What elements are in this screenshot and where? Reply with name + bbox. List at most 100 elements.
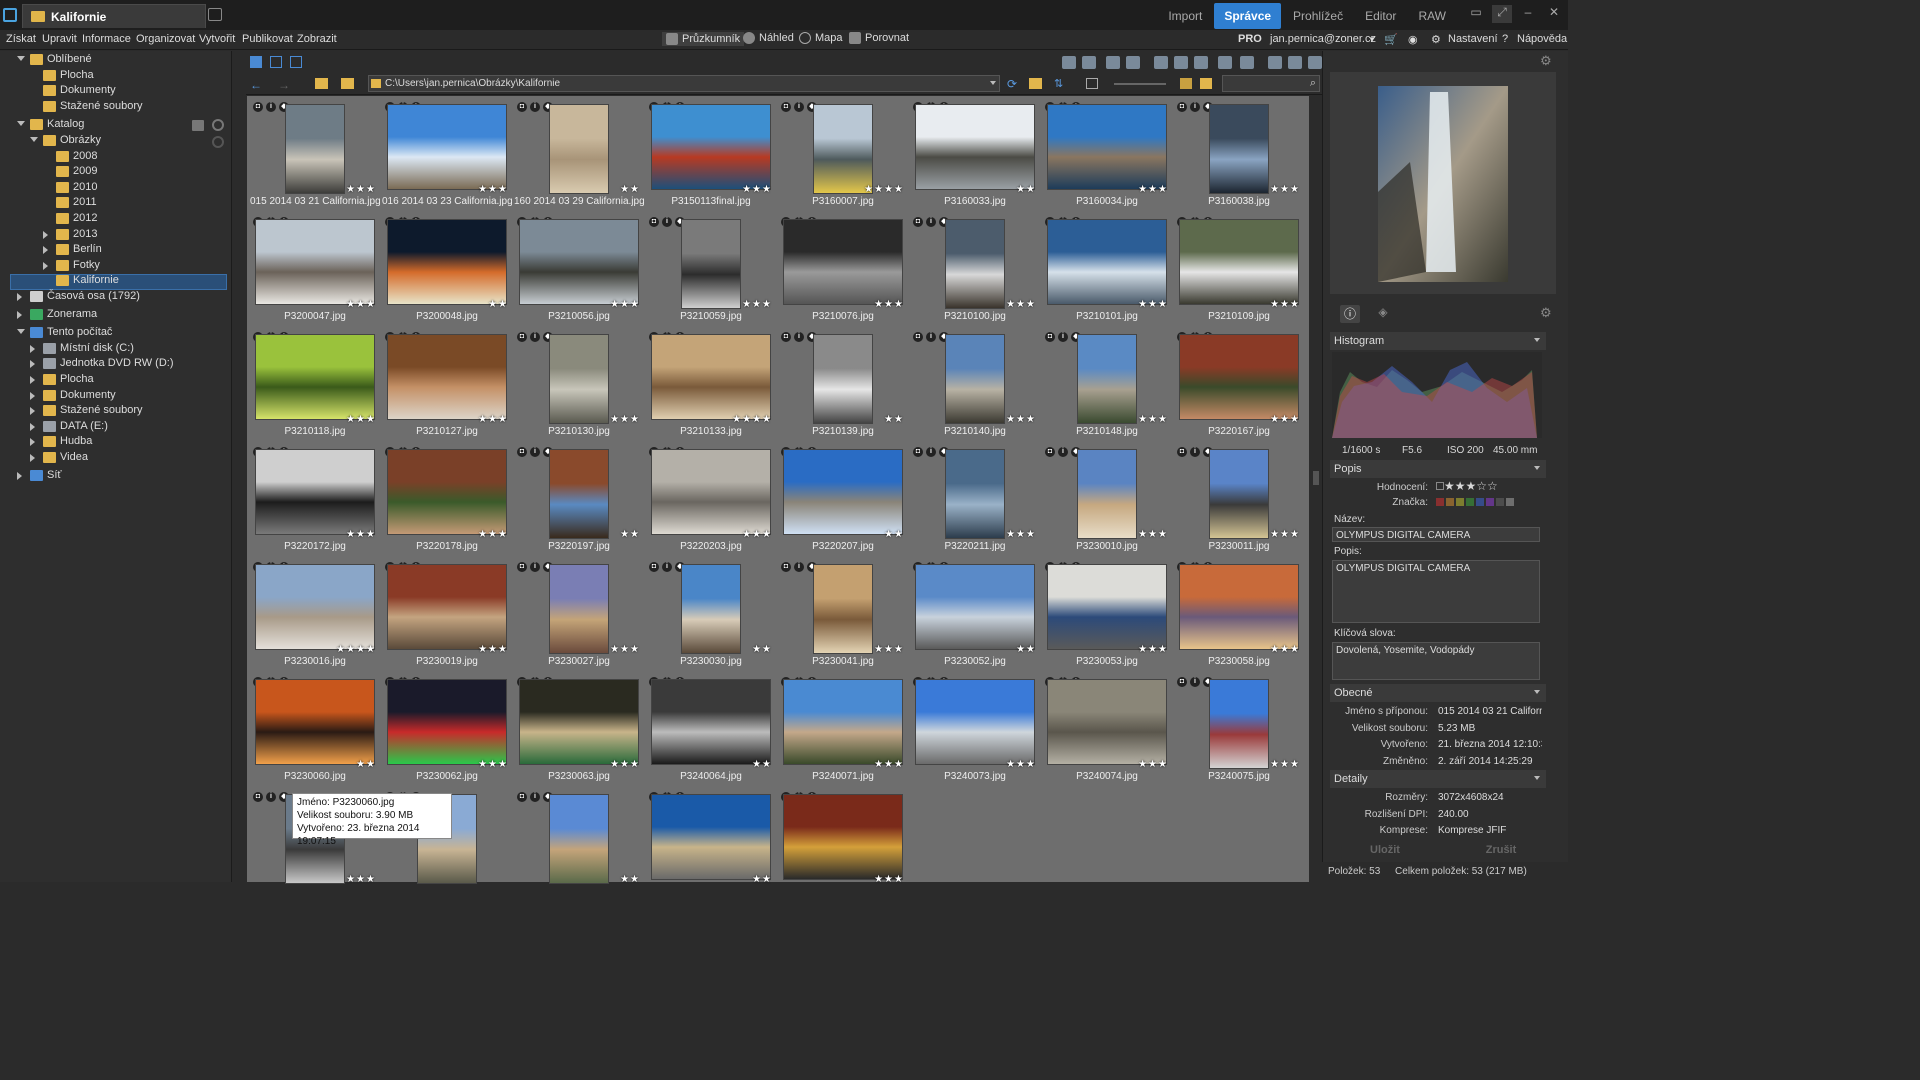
layout-split-icon[interactable]	[290, 56, 302, 68]
account-dropdown-icon[interactable]: ▼	[1368, 35, 1376, 44]
chevron-right-icon[interactable]	[17, 310, 22, 319]
back-icon[interactable]: ←	[250, 78, 262, 92]
keywords-field[interactable]: Dovolená, Yosemite, Vodopády	[1332, 642, 1540, 680]
menu-upravit[interactable]: Upravit	[42, 33, 77, 45]
photo-thumbnail[interactable]: ◘i◆★★★★P3210133.jpg	[646, 328, 776, 442]
import-icon[interactable]	[1218, 56, 1232, 69]
chevron-right-icon[interactable]	[17, 293, 22, 301]
photo-thumbnail[interactable]: ◘ i ◆ ★★★ P3230010.jpg	[1042, 443, 1172, 557]
rating-stars[interactable]: ★★★	[478, 414, 508, 425]
tag-color-picker[interactable]	[1436, 498, 1514, 506]
rating-stars[interactable]: ★★★	[874, 644, 904, 655]
forward-icon[interactable]: →	[278, 78, 290, 92]
edit-icon[interactable]	[1288, 56, 1302, 69]
sort-icon[interactable]: ⇅	[1054, 77, 1063, 90]
chevron-down-icon[interactable]	[30, 137, 38, 142]
rating-stars[interactable]: ★★★	[1006, 299, 1036, 310]
name-field[interactable]: OLYMPUS DIGITAL CAMERA	[1332, 527, 1540, 542]
photo-thumbnail[interactable]: ◘ i ◆ ★★★ P3160038.jpg	[1174, 98, 1304, 212]
fullscreen-icon[interactable]: ⤢	[1492, 5, 1512, 23]
photo-thumbnail[interactable]: ◘i◆★★P3160033.jpg	[910, 98, 1040, 212]
album-icon[interactable]	[1174, 56, 1188, 69]
photo-thumbnail[interactable]: ◘i◆★★★P3220178.jpg	[382, 443, 512, 557]
sync-icon[interactable]	[212, 136, 224, 148]
photo-thumbnail[interactable]: ◘i◆ ★★	[514, 788, 644, 902]
tag-color-swatch[interactable]	[1486, 498, 1494, 506]
mode-raw[interactable]: RAW	[1408, 3, 1456, 29]
mode-spravce[interactable]: Správce	[1214, 3, 1282, 29]
rating-stars[interactable]: ★★	[488, 299, 508, 310]
menu-publikovat[interactable]: Publikovat	[242, 33, 293, 45]
rating-stars[interactable]: ★★★★	[336, 644, 376, 655]
mode-import[interactable]: Import	[1158, 3, 1212, 29]
catalog-settings-icon[interactable]	[212, 119, 224, 131]
photo-thumbnail[interactable]: ◘ i ◆ ★★★ P3240075.jpg	[1174, 673, 1304, 787]
photo-thumbnail[interactable]: ◘i◆★★★P3210101.jpg	[1042, 213, 1172, 327]
photo-thumbnail[interactable]: ◘ i ◆ ★★★ P3220211.jpg	[910, 443, 1040, 557]
photo-thumbnail[interactable]: ◘i◆★★★P3230062.jpg	[382, 673, 512, 787]
photo-thumbnail[interactable]: ◘i◆★★★P3240073.jpg	[910, 673, 1040, 787]
share-icon[interactable]	[1194, 56, 1208, 69]
photo-thumbnail[interactable]: ◘i◆★★P3230060.jpg	[250, 673, 380, 787]
email-icon[interactable]	[1126, 56, 1140, 69]
photo-thumbnail[interactable]: ◘ i ◆ ★★★ 015 2014 03 21 California.jpg	[250, 98, 380, 212]
rating-stars[interactable]: ★★★	[1138, 184, 1168, 195]
detaily-header[interactable]: Detaily	[1330, 770, 1546, 788]
tag-color-swatch[interactable]	[1436, 498, 1444, 506]
grid-options-icon[interactable]	[1086, 78, 1098, 89]
new-tab-icon[interactable]	[208, 8, 222, 21]
grid-scrollbar[interactable]	[1310, 96, 1322, 882]
rating-stars[interactable]: ★★	[620, 529, 640, 540]
info-tab-icon[interactable]: ⓘ	[1340, 305, 1360, 323]
rating-stars[interactable]: ★★★	[478, 529, 508, 540]
settings-link[interactable]: Nastavení	[1448, 33, 1498, 45]
refresh-icon[interactable]: ⟳	[1007, 77, 1017, 91]
photo-thumbnail[interactable]: ◘i◆★★P3220207.jpg	[778, 443, 908, 557]
photo-thumbnail[interactable]: ◘i◆★★★P3230053.jpg	[1042, 558, 1172, 672]
photo-thumbnail[interactable]: ◘i◆★★★P3220172.jpg	[250, 443, 380, 557]
rating-stars[interactable]: ★★	[752, 874, 772, 885]
filter-icon[interactable]	[1180, 78, 1192, 89]
photo-thumbnail[interactable]: ◘i◆★★★P3210109.jpg	[1174, 213, 1304, 327]
rating-stars[interactable]: ★★★	[1270, 529, 1300, 540]
gear-icon[interactable]: ⚙	[1431, 33, 1441, 46]
thumb-size-slider[interactable]	[1114, 83, 1166, 85]
photo-thumbnail[interactable]: ◘i◆★★★P3240071.jpg	[778, 673, 908, 787]
rating-value[interactable]: ★★★☆☆	[1444, 479, 1498, 493]
photo-thumbnail[interactable]: ◘i◆★★★P3220167.jpg	[1174, 328, 1304, 442]
help-icon[interactable]: ?	[1502, 33, 1508, 45]
app-icon[interactable]	[3, 8, 17, 22]
export-icon[interactable]	[1240, 56, 1254, 69]
photo-thumbnail[interactable]: ◘i◆★★★	[778, 788, 908, 902]
rating-stars[interactable]: ★★	[620, 874, 640, 885]
photo-thumbnail[interactable]: ◘ i ◆ ★★★ P3210148.jpg	[1042, 328, 1172, 442]
chevron-right-icon[interactable]	[30, 422, 35, 431]
info-settings-icon[interactable]: ⚙	[1540, 305, 1552, 321]
photo-thumbnail[interactable]: ◘i◆★★★P3210118.jpg	[250, 328, 380, 442]
tag-color-swatch[interactable]	[1496, 498, 1504, 506]
feedback-icon[interactable]: ▭	[1466, 5, 1486, 23]
rating-stars[interactable]: ★★★	[1138, 644, 1168, 655]
rating-stars[interactable]: ★★★	[346, 529, 376, 540]
popis-header[interactable]: Popis	[1330, 460, 1546, 478]
photo-thumbnail[interactable]: ◘i◆★★★P3210056.jpg	[514, 213, 644, 327]
batch-icon[interactable]	[1268, 56, 1282, 69]
rating-stars[interactable]: ★★★	[1006, 529, 1036, 540]
menu-zobrazit[interactable]: Zobrazit	[297, 33, 337, 45]
search-input[interactable]: ⌕	[1222, 75, 1320, 92]
rating-stars[interactable]: ★★	[356, 759, 376, 770]
rating-stars[interactable]: ★★★	[742, 529, 772, 540]
photo-thumbnail[interactable]: ◘i◆★★★★P3230016.jpg	[250, 558, 380, 672]
layout-thumbs-icon[interactable]	[250, 56, 262, 68]
rating-stars[interactable]: ★★★	[874, 299, 904, 310]
rating-stars[interactable]: ★★★	[1270, 644, 1300, 655]
photo-thumbnail[interactable]: ◘i◆★★★P3230063.jpg	[514, 673, 644, 787]
mode-prohlizec[interactable]: Prohlížeč	[1283, 3, 1353, 29]
rating-stars[interactable]: ★★★	[478, 759, 508, 770]
chevron-down-icon[interactable]	[17, 121, 25, 127]
chevron-down-icon[interactable]	[17, 329, 25, 335]
account-email[interactable]: jan.pernica@zoner.cz	[1270, 33, 1376, 45]
chevron-right-icon[interactable]	[30, 438, 35, 447]
new-folder-icon[interactable]	[1029, 78, 1042, 89]
add-folder-icon[interactable]	[192, 120, 204, 131]
